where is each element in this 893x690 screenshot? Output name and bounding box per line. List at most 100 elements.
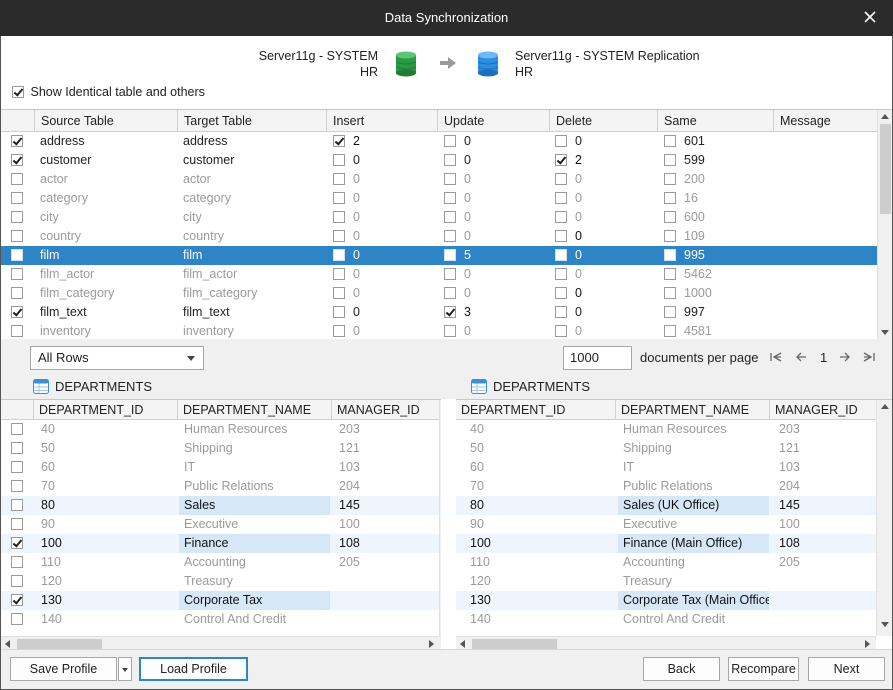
scroll-left-icon[interactable] <box>5 640 10 648</box>
scroll-thumb[interactable] <box>472 639 557 649</box>
table-row[interactable]: 50 Shipping 121 <box>1 439 439 458</box>
table-row[interactable]: 130 Corporate Tax <box>1 591 439 610</box>
delete-checkbox[interactable] <box>555 325 567 337</box>
table-row[interactable]: 90 Executive 100 <box>456 515 876 534</box>
table-row[interactable]: 40 Human Resources 203 <box>1 420 439 439</box>
same-checkbox[interactable] <box>664 306 676 318</box>
row-select-checkbox[interactable] <box>11 537 23 549</box>
table-row[interactable]: 80 Sales 145 <box>1 496 439 515</box>
header-department-id[interactable]: DEPARTMENT_ID <box>33 400 177 420</box>
delete-checkbox[interactable] <box>555 287 567 299</box>
table-row[interactable]: 60 IT 103 <box>1 458 439 477</box>
row-select-checkbox[interactable] <box>11 211 23 223</box>
row-select-checkbox[interactable] <box>11 499 23 511</box>
same-checkbox[interactable] <box>664 173 676 185</box>
insert-checkbox[interactable] <box>333 154 345 166</box>
scroll-down-icon[interactable] <box>881 622 889 627</box>
show-identical-check[interactable] <box>12 85 24 98</box>
update-checkbox[interactable] <box>444 306 456 318</box>
right-grid-vertical-scrollbar[interactable] <box>876 400 892 636</box>
table-row[interactable]: film_category film_category 0 0 0 1000 <box>1 284 877 303</box>
header-source-table[interactable]: Source Table <box>34 110 177 132</box>
table-row[interactable]: 120 Treasury <box>456 572 876 591</box>
same-checkbox[interactable] <box>664 192 676 204</box>
row-select-checkbox[interactable] <box>11 325 23 337</box>
recompare-button[interactable]: Recompare <box>728 657 799 681</box>
table-row[interactable]: 50 Shipping 121 <box>456 439 876 458</box>
table-row[interactable]: 130 Corporate Tax (Main Office) <box>456 591 876 610</box>
same-checkbox[interactable] <box>664 287 676 299</box>
next-button[interactable]: Next <box>808 657 885 681</box>
row-select-checkbox[interactable] <box>11 230 23 242</box>
scroll-left-icon[interactable] <box>460 640 465 648</box>
table-row[interactable]: category category 0 0 0 16 <box>1 189 877 208</box>
top-grid-vertical-scrollbar[interactable] <box>877 110 892 339</box>
row-select-checkbox[interactable] <box>11 306 23 318</box>
insert-checkbox[interactable] <box>333 211 345 223</box>
page-size-input[interactable]: 1000 <box>563 346 632 370</box>
table-row[interactable]: 60 IT 103 <box>456 458 876 477</box>
table-row[interactable]: 100 Finance (Main Office) 108 <box>456 534 876 553</box>
table-row[interactable]: actor actor 0 0 0 200 <box>1 170 877 189</box>
table-row[interactable]: address address 2 0 0 601 <box>1 132 877 151</box>
delete-checkbox[interactable] <box>555 173 567 185</box>
row-select-checkbox[interactable] <box>11 135 23 147</box>
table-row[interactable]: 100 Finance 108 <box>1 534 439 553</box>
header-target-table[interactable]: Target Table <box>177 110 326 132</box>
row-select-checkbox[interactable] <box>11 556 23 568</box>
row-select-checkbox[interactable] <box>11 480 23 492</box>
same-checkbox[interactable] <box>664 325 676 337</box>
update-checkbox[interactable] <box>444 325 456 337</box>
table-row[interactable]: 110 Accounting 205 <box>456 553 876 572</box>
same-checkbox[interactable] <box>664 230 676 242</box>
previous-page-icon[interactable] <box>796 352 807 362</box>
update-checkbox[interactable] <box>444 268 456 280</box>
scroll-right-icon[interactable] <box>429 640 434 648</box>
row-select-checkbox[interactable] <box>11 461 23 473</box>
update-checkbox[interactable] <box>444 211 456 223</box>
row-filter-select[interactable]: All Rows <box>30 346 204 370</box>
row-select-checkbox[interactable] <box>11 268 23 280</box>
scroll-thumb[interactable] <box>880 124 891 214</box>
delete-checkbox[interactable] <box>555 249 567 261</box>
update-checkbox[interactable] <box>444 192 456 204</box>
update-checkbox[interactable] <box>444 230 456 242</box>
delete-checkbox[interactable] <box>555 154 567 166</box>
table-row[interactable]: 140 Control And Credit <box>456 610 876 629</box>
row-select-checkbox[interactable] <box>11 249 23 261</box>
back-button[interactable]: Back <box>643 657 720 681</box>
row-select-checkbox[interactable] <box>11 173 23 185</box>
row-select-checkbox[interactable] <box>11 613 23 625</box>
same-checkbox[interactable] <box>664 249 676 261</box>
row-select-checkbox[interactable] <box>11 518 23 530</box>
header-same[interactable]: Same <box>657 110 773 132</box>
table-row[interactable]: 110 Accounting 205 <box>1 553 439 572</box>
header-department-name[interactable]: DEPARTMENT_NAME <box>177 400 331 420</box>
right-grid-horizontal-scrollbar[interactable] <box>456 636 876 649</box>
insert-checkbox[interactable] <box>333 135 345 147</box>
scroll-down-icon[interactable] <box>881 330 889 335</box>
insert-checkbox[interactable] <box>333 268 345 280</box>
delete-checkbox[interactable] <box>555 211 567 223</box>
load-profile-button[interactable]: Load Profile <box>139 657 248 681</box>
table-row[interactable]: 40 Human Resources 203 <box>456 420 876 439</box>
scroll-right-icon[interactable] <box>865 640 870 648</box>
table-row[interactable]: 80 Sales (UK Office) 145 <box>456 496 876 515</box>
table-row[interactable]: 70 Public Relations 204 <box>1 477 439 496</box>
same-checkbox[interactable] <box>664 154 676 166</box>
insert-checkbox[interactable] <box>333 287 345 299</box>
table-row[interactable]: 140 Control And Credit <box>1 610 439 629</box>
table-row[interactable]: film_text film_text 0 3 0 997 <box>1 303 877 322</box>
table-row[interactable]: inventory inventory 0 0 0 4581 <box>1 322 877 339</box>
update-checkbox[interactable] <box>444 249 456 261</box>
delete-checkbox[interactable] <box>555 135 567 147</box>
insert-checkbox[interactable] <box>333 230 345 242</box>
update-checkbox[interactable] <box>444 173 456 185</box>
insert-checkbox[interactable] <box>333 173 345 185</box>
table-row[interactable]: 70 Public Relations 204 <box>456 477 876 496</box>
row-select-checkbox[interactable] <box>11 287 23 299</box>
left-grid-vertical-scrollbar[interactable] <box>439 400 441 636</box>
header-manager-id[interactable]: MANAGER_ID <box>769 400 876 420</box>
table-row[interactable]: film film 0 5 0 995 <box>1 246 877 265</box>
header-message[interactable]: Message <box>773 110 877 132</box>
